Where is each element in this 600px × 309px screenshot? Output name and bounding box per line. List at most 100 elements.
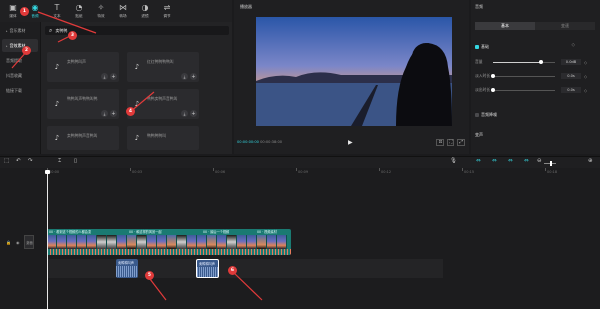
toolbar-adjust[interactable]: ⇌ 调节 <box>156 1 178 21</box>
clip-thumbnails <box>47 235 291 249</box>
search-icon: ⌕ <box>49 26 53 34</box>
annotation-badge: 6 <box>228 266 237 275</box>
video-frame <box>256 17 452 126</box>
toolbar-transition[interactable]: ⋈ 转场 <box>112 1 134 21</box>
add-icon[interactable]: + <box>110 73 117 80</box>
ratio-button[interactable]: ⊡ <box>436 139 445 146</box>
playhead[interactable] <box>47 171 48 309</box>
caret-icon: ▸ <box>6 28 8 33</box>
toolbar-filter[interactable]: ◑ 滤镜 <box>134 1 156 21</box>
tab-speed[interactable]: 变速 <box>535 22 595 30</box>
properties-title: 音频 <box>475 4 483 9</box>
zoom-slider[interactable] <box>544 161 556 166</box>
microphone-icon[interactable]: 🎙 <box>450 158 457 164</box>
checkbox[interactable] <box>475 113 479 117</box>
effects-icon: ✧ <box>97 2 105 12</box>
media-card[interactable]: ♪ 卖鸭鸭叫声 ⤓ + <box>47 52 119 82</box>
playhead-handle[interactable] <box>45 170 50 174</box>
fade-out-slider[interactable] <box>491 87 555 92</box>
split-icon[interactable]: ⌶ <box>58 158 61 165</box>
checkbox[interactable] <box>475 45 479 49</box>
eye-icon[interactable]: ◉ <box>16 240 20 245</box>
transition-icon: ⋈ <box>119 2 127 12</box>
media-card[interactable]: ♪ 鸭鸭卖鸭声音鸭叫 ⤓ + <box>127 89 199 119</box>
download-icon[interactable]: ⤓ <box>181 110 188 117</box>
sidebar-item-douyin-favorites[interactable]: 抖音收藏 <box>2 69 38 82</box>
main-track-header: 🔒 ◉ 封面 <box>0 231 46 253</box>
media-card[interactable]: ♪ 红红鸭鸭鸭鸭叫 ⤓ + <box>127 52 199 82</box>
volume-value[interactable]: 0.0dB <box>561 59 581 65</box>
sticker-icon: ◔ <box>75 2 83 12</box>
video-preview[interactable] <box>256 17 452 126</box>
sidebar-item-sound-effects[interactable]: ▸ 音效素材 <box>2 39 38 52</box>
adjust-icon: ⇌ <box>163 2 171 12</box>
cover-button[interactable]: 封面 <box>24 235 35 249</box>
denoise-section[interactable]: 音频降噪 <box>475 112 497 118</box>
fit-icon[interactable]: ⊕ <box>588 158 593 164</box>
audio-clip[interactable]: 卖鸭鸭叫声 <box>116 259 138 278</box>
annotation-badge: 3 <box>68 31 77 40</box>
lock-icon[interactable]: 🔒 <box>6 240 11 245</box>
redo-icon[interactable]: ↷ <box>28 158 33 164</box>
download-icon[interactable]: ⤓ <box>101 110 108 117</box>
fade-in-slider[interactable] <box>491 73 555 78</box>
toolbar-sticker[interactable]: ◔ 贴纸 <box>68 1 90 21</box>
audio-clip[interactable]: 卖鸭鸭叫声 <box>196 259 219 278</box>
toolbar-effects[interactable]: ✧ 特效 <box>90 1 112 21</box>
media-panel: ⌕ 卖鸭鸭 ♪ 卖鸭鸭叫声 ⤓ + ♪ 红红鸭鸭鸭鸭叫 ⤓ + ♪ 鸭鸭叫声鸭鸭… <box>40 22 232 154</box>
music-note-icon: ♪ <box>134 63 140 71</box>
snap-icon[interactable]: ⇔ <box>524 158 529 164</box>
add-icon[interactable]: + <box>190 73 197 80</box>
sidebar-item-link-download[interactable]: 链接下载 <box>2 84 38 97</box>
select-icon[interactable]: ⬚ <box>4 158 9 164</box>
add-icon[interactable]: + <box>190 110 197 117</box>
time-ruler[interactable]: 00:00 00:03 00:06 00:09 00:12 00:15 00:1… <box>0 168 600 176</box>
audio-icon: ◉ <box>31 2 39 12</box>
reset-icon[interactable]: ◇ <box>572 43 575 48</box>
tab-basic[interactable]: 基本 <box>475 22 535 30</box>
volume-slider[interactable] <box>493 59 555 64</box>
volume-row: 音量 0.0dB ◇ <box>475 59 588 65</box>
reset-icon[interactable]: ◇ <box>584 60 587 65</box>
timecode: 00:00:00:00 00:00:38:00 <box>237 140 283 144</box>
media-card[interactable]: ♪ 鸭鸭叫声鸭鸭叫鸭 ⤓ + <box>47 89 119 119</box>
sidebar-item-music[interactable]: ▸ 音乐素材 <box>2 24 38 37</box>
undo-icon[interactable]: ↶ <box>16 158 21 164</box>
annotation-badge: 5 <box>145 271 154 280</box>
video-track[interactable]: 00 · 看到这个视频的人都会变 00 · 和这样的风景一起 00 · 最后一个… <box>47 229 291 255</box>
caret-icon: ▸ <box>6 43 8 48</box>
annotation-badge: 2 <box>22 46 31 55</box>
voice-section: 变声 <box>475 132 483 137</box>
annotation-badge: 4 <box>126 107 135 116</box>
top-toolbar: ▣ 媒体 ◉ 音频 T 文本 ◔ 贴纸 ✧ 特效 ⋈ 转场 ◑ 滤镜 ⇌ 调节 <box>0 0 232 22</box>
media-card[interactable]: ♪ 卖鸭鸭鸭声音鸭叫 <box>47 126 119 150</box>
expand-button[interactable]: ⤢ <box>457 139 465 146</box>
zoom-out-icon[interactable]: ⊖ <box>537 158 542 164</box>
download-icon[interactable]: ⤓ <box>101 73 108 80</box>
fade-out-row: 淡出时长 0.0s ◇ <box>475 87 588 93</box>
player-panel: 播放器 00:00:00:00 00:00:38:00 ▶ ⊡ ⛶ ⤢ <box>234 0 469 154</box>
preview-axis-icon[interactable]: ⇔ <box>508 158 513 164</box>
play-button[interactable]: ▶ <box>348 139 353 146</box>
music-note-icon: ♪ <box>134 134 140 142</box>
music-note-icon: ♪ <box>54 134 60 142</box>
basic-section[interactable]: 基础 <box>475 44 489 50</box>
toolbar-text[interactable]: T 文本 <box>46 1 68 21</box>
media-sidebar: ▸ 音乐素材 ▸ 音效素材 音频提取 抖音收藏 链接下载 <box>0 22 40 154</box>
magnet-icon[interactable]: ⇔ <box>492 158 497 164</box>
properties-tabs: 基本 变速 <box>475 22 595 30</box>
player-controls: ⊡ ⛶ ⤢ <box>436 139 465 146</box>
fullscreen-button[interactable]: ⛶ <box>447 139 455 146</box>
media-card[interactable]: ♪ 鸭鸭鸭鸭叫 <box>127 126 199 150</box>
download-icon[interactable]: ⤓ <box>181 73 188 80</box>
filter-icon: ◑ <box>141 2 149 12</box>
annotation-badge: 1 <box>20 7 29 16</box>
fade-in-value[interactable]: 0.0s <box>561 73 581 79</box>
reset-icon[interactable]: ◇ <box>584 74 587 79</box>
fade-out-value[interactable]: 0.0s <box>561 87 581 93</box>
link-icon[interactable]: ⇔ <box>476 158 481 164</box>
sidebar-item-audio-extract[interactable]: 音频提取 <box>2 54 38 67</box>
add-icon[interactable]: + <box>110 110 117 117</box>
delete-icon[interactable]: ▯ <box>74 158 77 164</box>
reset-icon[interactable]: ◇ <box>584 88 587 93</box>
